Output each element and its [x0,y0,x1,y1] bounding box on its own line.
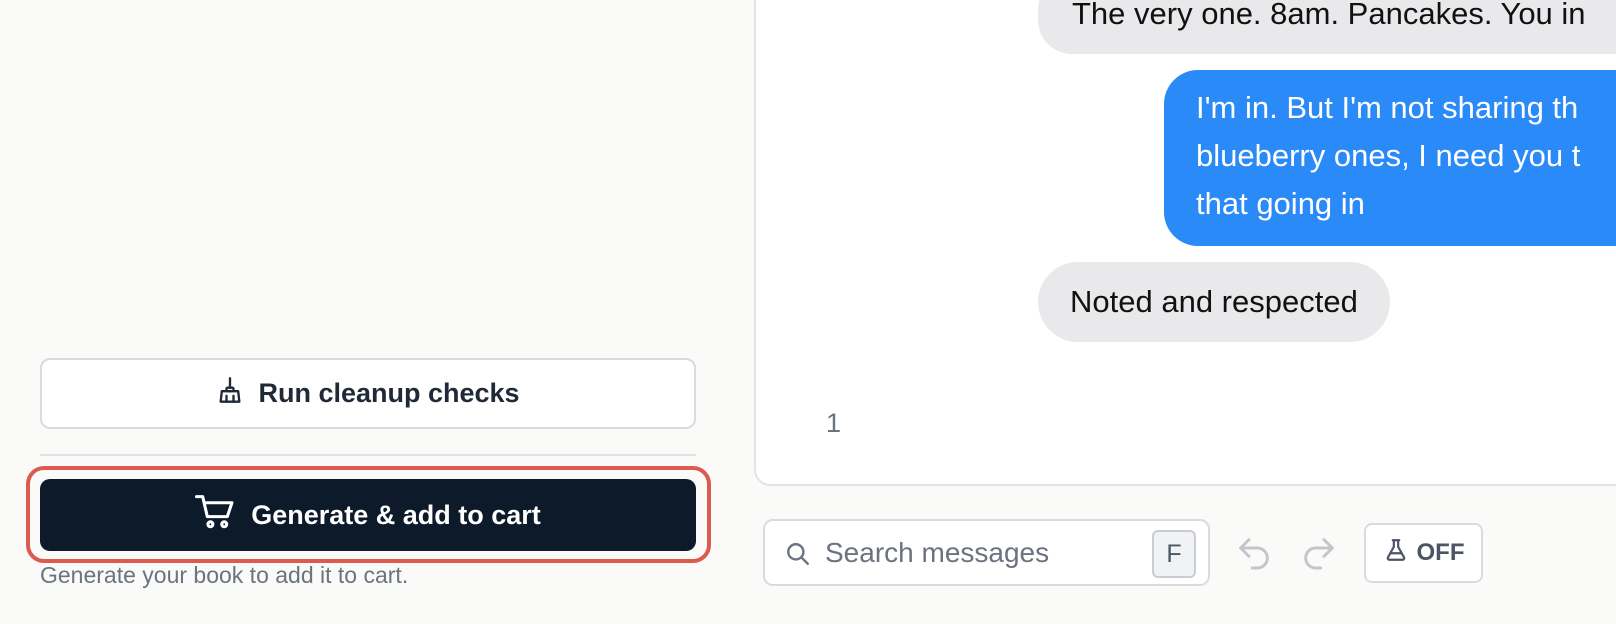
message-line: I'm in. But I'm not sharing th [1196,90,1579,125]
broom-icon [216,376,244,411]
search-shortcut-key: F [1152,530,1196,578]
search-input[interactable] [825,531,1125,575]
generate-add-to-cart-button[interactable]: Generate & add to cart [40,479,696,551]
generate-helper-text: Generate your book to add it to cart. [40,562,409,588]
message-line: blueberry ones, I need you t [1196,138,1581,173]
search-messages-box[interactable]: F [763,519,1210,586]
cart-icon [195,493,235,538]
generate-add-to-cart-label: Generate & add to cart [251,499,541,530]
message-bubble-incoming: The very one. 8am. Pancakes. You in [1038,0,1616,54]
left-panel: Run cleanup checks Generate & add to car… [0,0,730,624]
flask-icon [1383,537,1409,570]
message-bubble-outgoing: I'm in. But I'm not sharing th blueberry… [1164,70,1616,246]
message-line: that going in [1196,186,1365,221]
run-cleanup-checks-label: Run cleanup checks [258,378,520,408]
undo-icon[interactable] [1234,533,1274,573]
toggle-state-label: OFF [1416,539,1465,566]
redo-icon[interactable] [1299,533,1339,573]
search-icon [785,541,811,567]
page-number: 1 [826,408,842,438]
chat-panel: The very one. 8am. Pancakes. You in I'm … [754,0,1616,486]
message-bubble-incoming: Noted and respected [1038,262,1390,342]
run-cleanup-checks-button[interactable]: Run cleanup checks [40,358,696,429]
experiment-toggle-button[interactable]: OFF [1364,523,1483,583]
divider [40,454,696,456]
